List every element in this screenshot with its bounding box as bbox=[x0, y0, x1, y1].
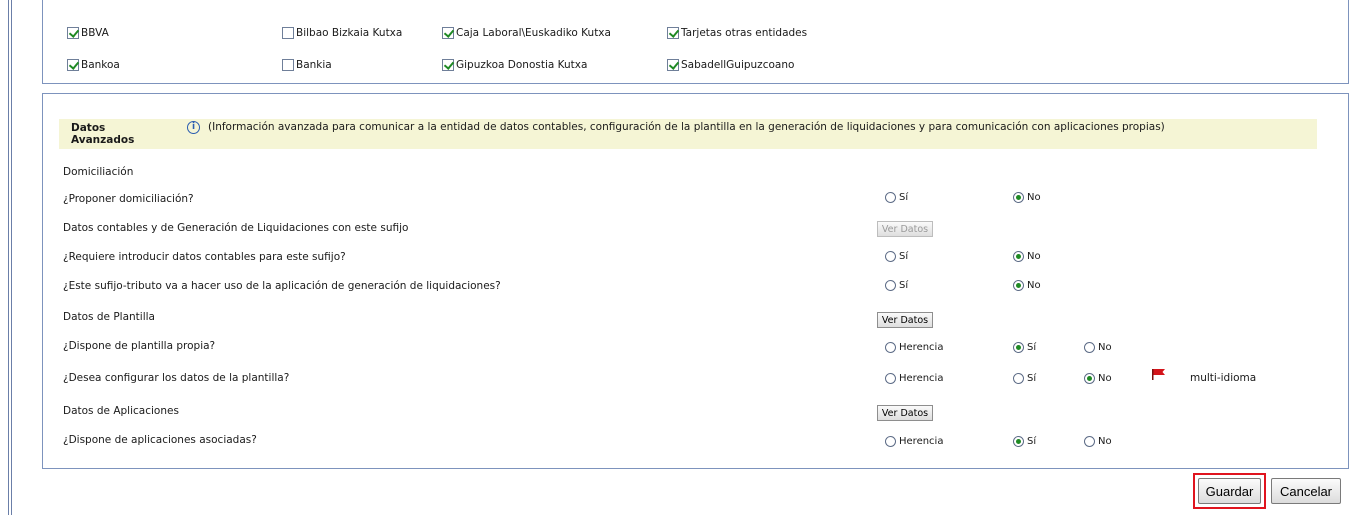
checkbox-checked-icon[interactable] bbox=[67, 59, 79, 71]
radio-configurar-no[interactable]: No bbox=[1084, 373, 1112, 384]
ver-datos-plantilla-button[interactable]: Ver Datos bbox=[877, 312, 933, 328]
question-dispone-plantilla: ¿Dispone de plantilla propia? bbox=[63, 340, 216, 352]
checkbox-checked-icon[interactable] bbox=[67, 27, 79, 39]
radio-label: No bbox=[1098, 342, 1112, 353]
radio-aplicaciones-si[interactable]: Sí bbox=[1013, 436, 1036, 447]
section-datos-aplicaciones: Datos de Aplicaciones bbox=[63, 405, 179, 417]
radio-label: Sí bbox=[1027, 342, 1037, 353]
radio-selected-icon[interactable] bbox=[1013, 342, 1024, 353]
radio-label: No bbox=[1027, 251, 1041, 262]
checkbox-unchecked-icon[interactable] bbox=[282, 59, 294, 71]
checkbox-gipuzkoa-donostia-kutxa[interactable]: Gipuzkoa Donostia Kutxa bbox=[442, 57, 587, 73]
radio-label: Herencia bbox=[899, 436, 944, 447]
radio-sufijo-no[interactable]: No bbox=[1013, 280, 1041, 291]
checkbox-bankia[interactable]: Bankia bbox=[282, 57, 332, 73]
radio-proponer-si[interactable]: Sí bbox=[885, 192, 908, 203]
checkbox-label: BBVA bbox=[81, 27, 109, 39]
radio-aplicaciones-no[interactable]: No bbox=[1084, 436, 1112, 447]
radio-icon[interactable] bbox=[885, 436, 896, 447]
cancelar-button[interactable]: Cancelar bbox=[1271, 478, 1341, 504]
checkbox-label: Caja Laboral\Euskadiko Kutxa bbox=[456, 27, 611, 39]
radio-selected-icon[interactable] bbox=[1013, 436, 1024, 447]
checkbox-checked-icon[interactable] bbox=[667, 27, 679, 39]
radio-requiere-si[interactable]: Sí bbox=[885, 251, 908, 262]
radio-icon[interactable] bbox=[885, 373, 896, 384]
multi-idioma-label: multi-idioma bbox=[1190, 372, 1257, 384]
radio-configurar-herencia[interactable]: Herencia bbox=[885, 373, 943, 384]
info-text: (Información avanzada para comunicar a l… bbox=[208, 121, 1165, 133]
radio-label: Sí bbox=[1027, 373, 1037, 384]
checkbox-checked-icon[interactable] bbox=[442, 27, 454, 39]
radio-selected-icon[interactable] bbox=[1084, 373, 1095, 384]
checkbox-unchecked-icon[interactable] bbox=[282, 27, 294, 39]
radio-icon[interactable] bbox=[885, 251, 896, 262]
ver-datos-aplicaciones-button[interactable]: Ver Datos bbox=[877, 405, 933, 421]
checkbox-tarjetas-otras-entidades[interactable]: Tarjetas otras entidades bbox=[667, 25, 807, 41]
checkbox-bbva[interactable]: BBVA bbox=[67, 25, 109, 41]
radio-selected-icon[interactable] bbox=[1013, 251, 1024, 262]
radio-label: Herencia bbox=[899, 373, 944, 384]
question-dispone-aplicaciones: ¿Dispone de aplicaciones asociadas? bbox=[63, 434, 257, 446]
radio-selected-icon[interactable] bbox=[1013, 192, 1024, 203]
radio-label: No bbox=[1027, 280, 1041, 291]
checkbox-label: Tarjetas otras entidades bbox=[681, 27, 808, 39]
question-sufijo-tributo: ¿Este sufijo-tributo va a hacer uso de l… bbox=[63, 280, 501, 292]
checkbox-label: Bankia bbox=[296, 59, 332, 71]
checkbox-bankoa[interactable]: Bankoa bbox=[67, 57, 120, 73]
section-domiciliacion: Domiciliación bbox=[63, 166, 134, 178]
radio-proponer-no[interactable]: No bbox=[1013, 192, 1041, 203]
question-requiere-datos-contables: ¿Requiere introducir datos contables par… bbox=[63, 251, 346, 263]
radio-icon[interactable] bbox=[1084, 436, 1095, 447]
info-icon: i bbox=[187, 121, 200, 134]
question-proponer-domiciliacion: ¿Proponer domiciliación? bbox=[63, 193, 194, 205]
radio-configurar-si[interactable]: Sí bbox=[1013, 373, 1036, 384]
radio-selected-icon[interactable] bbox=[1013, 280, 1024, 291]
advanced-title: Datos Avanzados bbox=[71, 122, 135, 146]
radio-label: Sí bbox=[899, 192, 909, 203]
question-desea-configurar: ¿Desea configurar los datos de la planti… bbox=[63, 372, 290, 384]
radio-aplicaciones-herencia[interactable]: Herencia bbox=[885, 436, 943, 447]
checkbox-checked-icon[interactable] bbox=[667, 59, 679, 71]
guardar-button[interactable]: Guardar bbox=[1198, 478, 1261, 504]
checkbox-label: Bilbao Bizkaia Kutxa bbox=[296, 27, 403, 39]
section-datos-contables: Datos contables y de Generación de Liqui… bbox=[63, 222, 409, 234]
radio-plantilla-no[interactable]: No bbox=[1084, 342, 1112, 353]
radio-requiere-no[interactable]: No bbox=[1013, 251, 1041, 262]
radio-label: Sí bbox=[899, 280, 909, 291]
ver-datos-contables-button[interactable]: Ver Datos bbox=[877, 221, 933, 237]
radio-plantilla-si[interactable]: Sí bbox=[1013, 342, 1036, 353]
checkbox-sabadell-guipuzcoano[interactable]: SabadellGuipuzcoano bbox=[667, 57, 794, 73]
radio-label: Herencia bbox=[899, 342, 944, 353]
radio-sufijo-si[interactable]: Sí bbox=[885, 280, 908, 291]
radio-label: Sí bbox=[899, 251, 909, 262]
radio-plantilla-herencia[interactable]: Herencia bbox=[885, 342, 943, 353]
checkbox-bilbao-bizkaia-kutxa[interactable]: Bilbao Bizkaia Kutxa bbox=[282, 25, 402, 41]
radio-icon[interactable] bbox=[1013, 373, 1024, 384]
section-datos-plantilla: Datos de Plantilla bbox=[63, 311, 155, 323]
checkbox-caja-laboral[interactable]: Caja Laboral\Euskadiko Kutxa bbox=[442, 25, 611, 41]
radio-icon[interactable] bbox=[885, 342, 896, 353]
checkbox-label: Bankoa bbox=[81, 59, 120, 71]
flag-icon[interactable] bbox=[1152, 369, 1166, 380]
radio-label: Sí bbox=[1027, 436, 1037, 447]
radio-icon[interactable] bbox=[1084, 342, 1095, 353]
checkbox-checked-icon[interactable] bbox=[442, 59, 454, 71]
page-frame-line-inner bbox=[11, 0, 12, 515]
radio-icon[interactable] bbox=[885, 280, 896, 291]
page-frame-line bbox=[8, 0, 9, 515]
radio-label: No bbox=[1098, 436, 1112, 447]
radio-label: No bbox=[1098, 373, 1112, 384]
radio-label: No bbox=[1027, 192, 1041, 203]
radio-icon[interactable] bbox=[885, 192, 896, 203]
checkbox-label: SabadellGuipuzcoano bbox=[681, 59, 795, 71]
checkbox-label: Gipuzkoa Donostia Kutxa bbox=[456, 59, 588, 71]
